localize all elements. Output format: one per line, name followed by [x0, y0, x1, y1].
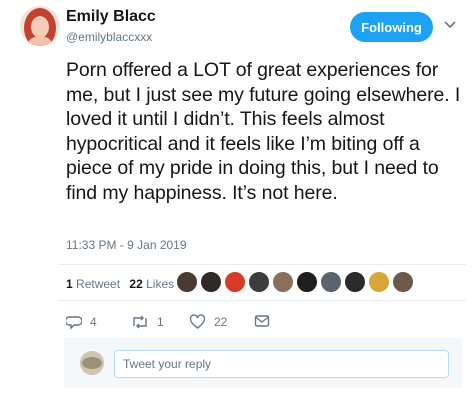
author-avatar[interactable] [20, 6, 60, 46]
liker-avatar[interactable] [368, 271, 390, 293]
divider [58, 264, 466, 265]
tweet-card: Emily Blacc @emilyblaccxxx Following Por… [0, 0, 474, 402]
chevron-down-icon[interactable] [442, 18, 458, 32]
like-count: 22 [214, 315, 228, 329]
liker-avatar[interactable] [296, 271, 318, 293]
liker-avatar[interactable] [320, 271, 342, 293]
liker-avatar[interactable] [344, 271, 366, 293]
direct-message-button[interactable] [254, 314, 270, 328]
liker-avatar[interactable] [176, 271, 198, 293]
liker-avatar[interactable] [200, 271, 222, 293]
following-button[interactable]: Following [350, 12, 433, 42]
liker-avatar[interactable] [272, 271, 294, 293]
reply-user-avatar [80, 351, 104, 375]
reply-icon [66, 314, 82, 330]
liker-avatars [176, 271, 416, 293]
retweet-stat[interactable]: 1 Retweet [66, 277, 120, 291]
tweet-text: Porn offered a LOT of great experiences … [66, 59, 461, 204]
tweet-timestamp[interactable]: 11:33 PM - 9 Jan 2019 [66, 238, 187, 252]
liker-avatar[interactable] [224, 271, 246, 293]
retweet-button[interactable]: 1 [131, 314, 164, 330]
reply-input[interactable]: Tweet your reply [114, 350, 449, 378]
reply-button[interactable]: 4 [66, 314, 97, 330]
divider [58, 300, 466, 301]
retweet-icon [131, 314, 149, 330]
engagement-stats: 1 Retweet 22 Likes [66, 277, 180, 291]
envelope-icon [254, 314, 270, 328]
author-handle[interactable]: @emilyblaccxxx [66, 30, 152, 44]
liker-avatar[interactable] [248, 271, 270, 293]
heart-icon [189, 314, 206, 330]
retweet-count: 1 [157, 315, 164, 329]
author-display-name[interactable]: Emily Blacc [66, 8, 156, 26]
like-button[interactable]: 22 [189, 314, 227, 330]
liker-avatar[interactable] [392, 271, 414, 293]
like-stat[interactable]: 22 Likes [129, 277, 174, 291]
reply-count: 4 [90, 315, 97, 329]
